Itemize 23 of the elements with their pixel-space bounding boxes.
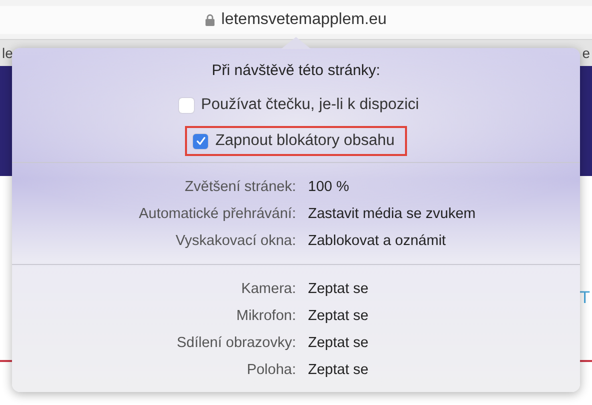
setting-value[interactable]: Zastavit média se zvukem [308,206,580,222]
address-bar[interactable]: letemsvetemapplem.eu [0,6,592,34]
setting-value[interactable]: Zeptat se [308,308,580,324]
setting-label: Mikrofon: [235,308,296,324]
setting-value[interactable]: Zeptat se [308,362,580,378]
tab-title[interactable]: le [2,45,13,61]
setting-label: Poloha: [246,362,296,378]
checkbox[interactable] [179,98,194,112]
checkmark-icon [194,135,207,147]
setting-value[interactable]: Zeptat se [308,280,580,296]
tab-title[interactable]: e [582,45,590,61]
setting-value[interactable]: Zeptat se [308,334,580,350]
setting-label: Kamera: [240,280,296,296]
popover-title: Při návštěvě této stránky: [210,61,382,81]
checkbox[interactable] [193,134,208,148]
setting-value[interactable]: 100 % [308,178,580,194]
checkbox-label[interactable]: Používat čtečku, je-li k dispozici [201,96,419,114]
setting-value[interactable]: Zablokovat a oznámit [308,232,580,248]
setting-label: Automatické přehrávání: [138,206,296,222]
setting-label: Vyskakovací okna: [174,232,296,248]
checkbox-label[interactable]: Zapnout blokátory obsahu [215,132,395,150]
setting-label: Sdílení obrazovky: [176,334,296,350]
setting-label: Zvětšení stránek: [184,178,296,194]
